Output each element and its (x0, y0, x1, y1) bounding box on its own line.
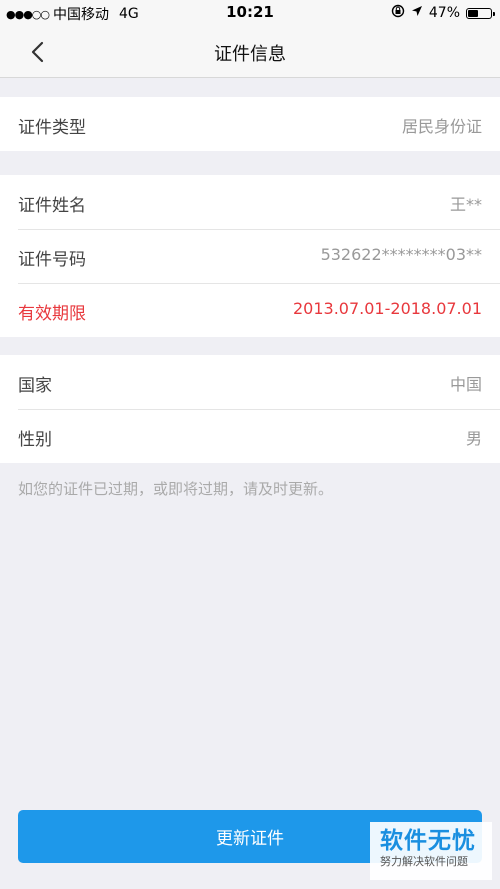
country-value: 中国 (449, 375, 482, 394)
document-name-row[interactable]: 证件姓名 王** (0, 175, 500, 229)
document-name-value: 王** (449, 195, 482, 214)
identity-group: 证件姓名 王** 证件号码 532622********03** 有效期限 20… (0, 175, 500, 337)
battery-icon (466, 7, 495, 19)
gender-row[interactable]: 性别 男 (0, 409, 500, 463)
country-row[interactable]: 国家 中国 (0, 355, 500, 409)
country-label: 国家 (18, 376, 52, 396)
document-type-value: 居民身份证 (401, 117, 482, 136)
nav-bar: 证件信息 (0, 26, 500, 78)
document-number-label: 证件号码 (18, 250, 86, 270)
watermark-sub-text: 努力解决软件问题 (380, 855, 468, 868)
document-number-value: 532622********03** (320, 245, 482, 264)
battery-percent: 47% (428, 5, 460, 21)
personal-group: 国家 中国 性别 男 (0, 355, 500, 463)
status-right: 47% (391, 4, 495, 22)
validity-period-value: 2013.07.01-2018.07.01 (293, 299, 482, 318)
watermark-main-text: 软件无忧 (380, 828, 476, 854)
gender-value: 男 (465, 429, 482, 448)
document-type-label: 证件类型 (18, 118, 86, 138)
gender-label: 性别 (18, 430, 52, 450)
orientation-lock-icon (391, 4, 405, 22)
document-type-row[interactable]: 证件类型 居民身份证 (0, 97, 500, 151)
location-arrow-icon (411, 5, 423, 21)
document-number-row[interactable]: 证件号码 532622********03** (0, 229, 500, 283)
validity-period-label: 有效期限 (18, 304, 86, 324)
expiry-hint: 如您的证件已过期，或即将过期，请及时更新。 (18, 480, 334, 498)
page-title: 证件信息 (214, 44, 286, 65)
status-bar: ●●●○○ 中国移动 4G 10:21 47% (0, 0, 500, 26)
battery-fill (468, 9, 478, 17)
document-name-label: 证件姓名 (18, 196, 86, 216)
document-type-group: 证件类型 居民身份证 (0, 97, 500, 151)
watermark-logo: 软件无忧 努力解决软件问题 (370, 822, 492, 880)
validity-period-row[interactable]: 有效期限 2013.07.01-2018.07.01 (0, 283, 500, 337)
